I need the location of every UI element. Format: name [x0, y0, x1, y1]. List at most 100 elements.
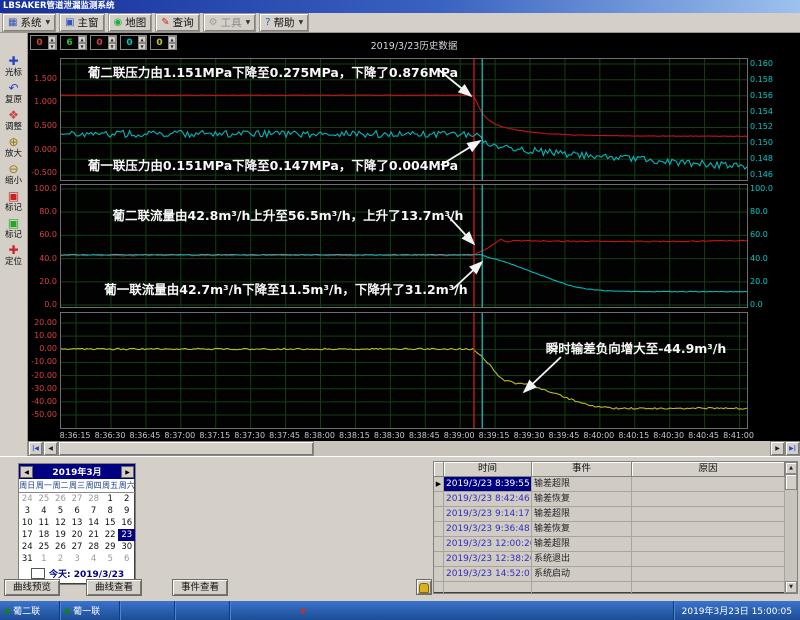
- calendar-day[interactable]: 27: [69, 493, 86, 505]
- table-row[interactable]: 2019/3/23 9:14:17输差超限: [434, 507, 785, 522]
- tool-sidebar: ✚光标 ↶复原 ❖调整 ⊕放大 ⊖缩小 ▣标记 ▣标记 ✚定位: [0, 33, 28, 456]
- scroll-up-button[interactable]: ▲: [785, 462, 797, 474]
- tool-label: 标记: [1, 230, 27, 240]
- tool-cursor-button[interactable]: ✚光标: [1, 55, 27, 78]
- calendar-day-selected[interactable]: 23: [118, 529, 135, 541]
- calendar-day[interactable]: 8: [102, 505, 119, 517]
- tool-mark-green-button[interactable]: ▣标记: [1, 217, 27, 240]
- tool-mark-red-button[interactable]: ▣标记: [1, 190, 27, 213]
- menu-item-system[interactable]: ▦系统▼: [2, 13, 56, 32]
- calendar-day[interactable]: 21: [85, 529, 102, 541]
- table-row[interactable]: 2019/3/23 9:36:48输差恢复: [434, 522, 785, 537]
- event-view-button[interactable]: 事件查看: [172, 579, 228, 596]
- scrollbar-thumb[interactable]: [58, 441, 314, 456]
- cell-event: 输差超限: [532, 537, 632, 552]
- calendar-day[interactable]: 26: [52, 541, 69, 553]
- calendar-day[interactable]: 20: [69, 529, 86, 541]
- left-axis-tick: -50.00: [28, 410, 57, 419]
- calendar-day[interactable]: 16: [118, 517, 135, 529]
- calendar-day[interactable]: 28: [85, 493, 102, 505]
- scroll-last-button[interactable]: ▶|: [785, 441, 800, 456]
- calendar-day[interactable]: 3: [69, 553, 86, 565]
- cell-reason: [632, 507, 785, 522]
- pressure-chart[interactable]: 葡二联压力由1.151MPa下降至0.275MPa，下降了0.876MPa葡一联…: [60, 58, 748, 181]
- table-row[interactable]: 2019/3/23 12:38:26系统退出: [434, 552, 785, 567]
- calendar-day[interactable]: 17: [19, 529, 36, 541]
- calendar-day[interactable]: 14: [85, 517, 102, 529]
- calendar-day[interactable]: 5: [102, 553, 119, 565]
- calendar-day[interactable]: 4: [36, 505, 53, 517]
- menu-item-tools[interactable]: ⚙工具▼: [203, 13, 257, 32]
- calendar-day[interactable]: 11: [36, 517, 53, 529]
- table-row[interactable]: 2019/3/23 14:52:01系统启动: [434, 567, 785, 582]
- menu-item-main-window[interactable]: ▣主窗: [59, 13, 104, 32]
- zoom-in-icon: ⊕: [1, 136, 27, 149]
- calendar-day[interactable]: 27: [69, 541, 86, 553]
- calendar-day[interactable]: 18: [36, 529, 53, 541]
- curve-view-button[interactable]: 曲线查看: [86, 579, 142, 596]
- calendar-day[interactable]: 5: [52, 505, 69, 517]
- tool-adjust-button[interactable]: ❖调整: [1, 109, 27, 132]
- column-header-2[interactable]: 原因: [632, 462, 785, 477]
- status-empty-segment: [175, 601, 230, 620]
- calendar-day[interactable]: 25: [36, 493, 53, 505]
- scroll-right-button[interactable]: ▶: [770, 441, 785, 456]
- calendar-day[interactable]: 19: [52, 529, 69, 541]
- calendar-day[interactable]: 25: [36, 541, 53, 553]
- tool-zoom-out-button[interactable]: ⊖缩小: [1, 163, 27, 186]
- calendar-prev-button[interactable]: ◀: [20, 466, 33, 478]
- calendar-day[interactable]: 22: [102, 529, 119, 541]
- calendar-day[interactable]: 10: [19, 517, 36, 529]
- data-source-button[interactable]: [416, 579, 432, 595]
- event-table-scrollbar[interactable]: ▲ ▼: [785, 462, 797, 593]
- calendar-day[interactable]: 1: [36, 553, 53, 565]
- window-titlebar[interactable]: LBSAKER管道泄漏监测系统: [0, 0, 800, 13]
- scroll-first-button[interactable]: |◀: [28, 441, 43, 456]
- calendar-day[interactable]: 7: [85, 505, 102, 517]
- tool-restore-button[interactable]: ↶复原: [1, 82, 27, 105]
- calendar-day[interactable]: 24: [19, 541, 36, 553]
- tool-zoom-in-button[interactable]: ⊕放大: [1, 136, 27, 159]
- left-axis-tick: 20.0: [28, 277, 57, 286]
- menu-item-label: 工具: [221, 15, 242, 30]
- chart-scrollbar[interactable]: |◀ ◀ ▶ ▶|: [28, 441, 800, 456]
- calendar-day[interactable]: 9: [118, 505, 135, 517]
- menu-item-query[interactable]: ✎查询: [155, 13, 199, 32]
- scroll-left-button[interactable]: ◀: [43, 441, 58, 456]
- calendar-day[interactable]: 30: [118, 541, 135, 553]
- menu-item-map[interactable]: ◉地图: [108, 13, 153, 32]
- flow-chart[interactable]: 葡二联流量由42.8m³/h上升至56.5m³/h，上升了13.7m³/h葡一联…: [60, 184, 748, 308]
- menu-item-label: 地图: [125, 15, 146, 30]
- table-row[interactable]: 2019/3/23 8:42:46输差恢复: [434, 492, 785, 507]
- column-header-0[interactable]: 时间: [444, 462, 532, 477]
- calendar-day[interactable]: 6: [69, 505, 86, 517]
- table-row[interactable]: ▶2019/3/23 8:39:55输差超限: [434, 477, 785, 492]
- calendar-next-button[interactable]: ▶: [121, 466, 134, 478]
- calendar-day[interactable]: 12: [52, 517, 69, 529]
- calendar-day[interactable]: 6: [118, 553, 135, 565]
- tool-locate-button[interactable]: ✚定位: [1, 244, 27, 267]
- diff-chart[interactable]: 瞬时输差负向增大至-44.9m³/h: [60, 312, 748, 429]
- menu-item-help[interactable]: ?帮助▼: [259, 13, 309, 32]
- calendar-day[interactable]: 29: [102, 541, 119, 553]
- calendar-day[interactable]: 3: [19, 505, 36, 517]
- calendar-day[interactable]: 28: [85, 541, 102, 553]
- scrollbar-track[interactable]: [314, 441, 770, 456]
- calendar-day[interactable]: 13: [69, 517, 86, 529]
- calendar-day[interactable]: 26: [52, 493, 69, 505]
- calendar-day[interactable]: 24: [19, 493, 36, 505]
- right-axis-tick: 0.154: [750, 107, 798, 116]
- restore-icon: ↶: [1, 82, 27, 95]
- calendar-day[interactable]: 4: [85, 553, 102, 565]
- table-row[interactable]: 2019/3/23 12:00:26输差超限: [434, 537, 785, 552]
- calendar-day[interactable]: 1: [102, 493, 119, 505]
- vscrollbar-thumb[interactable]: [785, 474, 797, 490]
- scroll-down-button[interactable]: ▼: [785, 581, 797, 593]
- column-header-1[interactable]: 事件: [532, 462, 632, 477]
- calendar-day[interactable]: 31: [19, 553, 36, 565]
- curve-preview-button[interactable]: 曲线预览: [4, 579, 60, 596]
- calendar-day[interactable]: 15: [102, 517, 119, 529]
- calendar-day[interactable]: 2: [52, 553, 69, 565]
- weekday-label: 周五: [102, 479, 119, 492]
- calendar-day[interactable]: 2: [118, 493, 135, 505]
